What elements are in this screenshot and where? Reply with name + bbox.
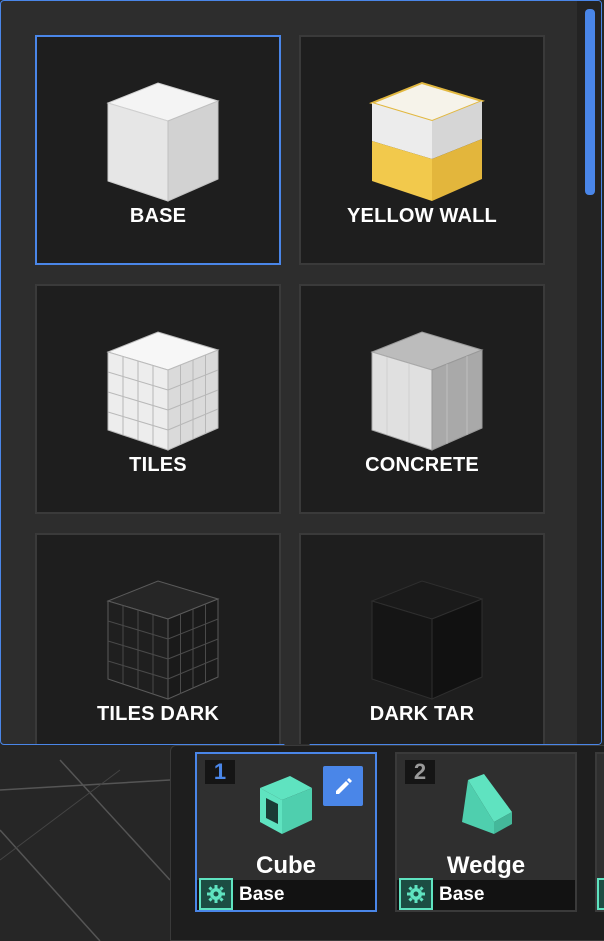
material-settings-button[interactable] xyxy=(199,878,233,910)
scrollbar-track[interactable] xyxy=(577,1,601,744)
shape-card-partial[interactable] xyxy=(595,752,604,912)
material-label: YELLOW WALL xyxy=(347,205,497,227)
shape-index: 2 xyxy=(405,760,435,784)
dark-tar-cube-preview xyxy=(370,580,484,700)
material-tile-concrete[interactable]: CONCRETE xyxy=(299,284,545,514)
gear-icon xyxy=(407,885,425,903)
material-label: DARK TAR xyxy=(369,703,475,725)
pencil-icon xyxy=(336,778,352,794)
shape-card-cube[interactable]: 1 Cube Base xyxy=(195,752,377,912)
shape-material-label: Base xyxy=(439,884,485,905)
scrollbar-thumb[interactable] xyxy=(585,9,595,195)
concrete-cube-preview xyxy=(370,331,484,451)
material-tile-tiles-dark[interactable]: TILES DARK xyxy=(35,533,281,744)
gear-icon xyxy=(207,885,225,903)
shape-name: Wedge xyxy=(446,852,526,879)
material-label: BASE xyxy=(129,205,187,227)
shape-name: Cube xyxy=(256,852,316,879)
material-tile-yellow-wall[interactable]: YELLOW WALL xyxy=(299,35,545,265)
tiles-dark-cube-preview xyxy=(106,580,220,700)
wedge-icon xyxy=(462,774,512,834)
material-tile-tiles[interactable]: TILES xyxy=(35,284,281,514)
shape-material-label: Base xyxy=(239,884,285,905)
yellow-wall-cube-preview xyxy=(368,81,486,201)
tiles-cube-preview xyxy=(106,331,220,451)
edit-button[interactable] xyxy=(323,766,363,806)
shape-index: 1 xyxy=(205,760,235,784)
material-settings-button-partial[interactable] xyxy=(597,878,604,910)
material-tile-dark-tar[interactable]: DARK TAR xyxy=(299,533,545,744)
cube-icon xyxy=(260,776,312,834)
shape-card-wedge[interactable]: 2 Wedge Base xyxy=(395,752,577,912)
material-settings-button[interactable] xyxy=(399,878,433,910)
material-tile-base[interactable]: BASE xyxy=(35,35,281,265)
base-cube-preview xyxy=(106,82,220,202)
material-picker-popup: BASE YELLOW WALL TILES CONCRETE TILES DA… xyxy=(0,0,602,745)
material-label: TILES DARK xyxy=(97,703,219,725)
material-label: CONCRETE xyxy=(365,454,479,476)
material-label: TILES xyxy=(129,454,187,476)
